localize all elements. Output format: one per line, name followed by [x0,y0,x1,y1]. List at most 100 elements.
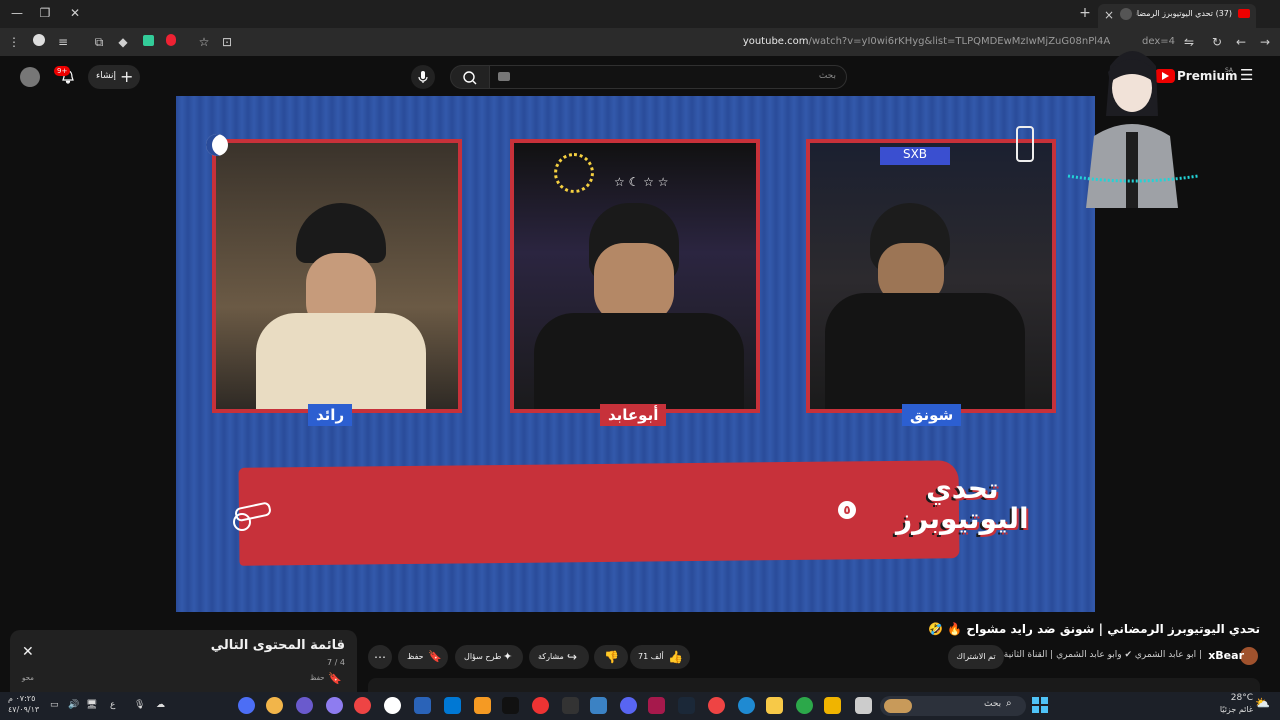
bookmark-icon: 🔖 [428,650,442,663]
active-tab[interactable]: × (37) تحدي اليوتيوبرز الرمضاني [1098,4,1256,28]
cast-icon[interactable]: ⊡ [218,33,236,51]
video-player[interactable]: رائد ☆ ☾ ☆ ☆ أبوعابد SXB شونق ٥ تحدي الي… [176,96,1095,612]
weather-desc: غائم جزئيًا [1219,705,1253,714]
player-name-1: رائد [308,404,353,426]
neon-sign: SXB [880,147,950,165]
playlist-save-icon[interactable]: 🔖 [328,672,342,685]
steam-icon[interactable] [678,697,695,714]
search-input[interactable]: بحث [489,65,847,89]
task-view-icon[interactable] [855,697,872,714]
chrome-icon[interactable] [796,697,813,714]
player-cam-2: ☆ ☾ ☆ ☆ [510,139,760,413]
youtube-favicon-icon [1238,9,1250,18]
playlist-position: 7 / 4 [327,658,345,667]
file-explorer-icon[interactable] [824,697,841,714]
epic-games-icon[interactable] [502,697,519,714]
player-name-2: أبوعابد [600,404,667,426]
puzzle-icon[interactable]: ⧉ [90,33,108,51]
player-name-3: شونق [902,404,962,426]
microsoft-store-icon[interactable] [444,697,461,714]
share-button[interactable]: ↪ مشاركة [529,645,589,669]
maximize-icon[interactable]: ❐ [36,4,54,22]
vtuber-avatar [1058,36,1206,208]
audio-icon[interactable] [1120,8,1132,20]
channel-name[interactable]: xBear [1208,649,1244,662]
player-cam-1 [212,139,462,413]
language-indicator[interactable]: ع [110,697,115,714]
back-icon[interactable]: ← [1232,33,1250,51]
minimize-icon[interactable]: — [8,4,26,22]
app-orange-icon[interactable] [474,697,491,714]
description-box[interactable] [368,678,1260,692]
url-host: youtube.com [742,36,809,47]
windows-taskbar [0,692,1280,720]
edge-icon[interactable] [738,697,755,714]
lights-moon-icon [554,153,594,193]
folder-icon[interactable] [766,697,783,714]
clock[interactable]: ٠٧:٢٥ م ٤٧/٠٩/١٣ [8,693,39,715]
reload-icon[interactable]: ↻ [1208,33,1226,51]
create-label: إنشاء [96,71,117,81]
round-counter: ٥ [838,501,856,519]
app-color-icon[interactable] [354,697,371,714]
subscribed-button[interactable]: تم الاشتراك [948,645,1004,669]
battery-icon[interactable]: ▭ [50,697,59,714]
tab-close-icon[interactable]: × [1104,8,1114,22]
taskbar-search-label: بحث [984,699,1002,709]
discord-icon[interactable] [620,697,637,714]
show-logo: تحدي اليوتيوبرز [896,474,1029,534]
app-gear-icon[interactable] [238,697,255,714]
app-violet-icon[interactable] [326,697,343,714]
app-a-icon[interactable] [648,697,665,714]
playlist-extra-label: محو [22,674,34,682]
logo-line-2: اليوتيوبرز [896,502,1029,535]
start-windows-icon[interactable] [1032,697,1048,713]
taskbar-search[interactable]: بحث ⌕ [880,696,1026,716]
app-white-icon[interactable] [384,697,401,714]
extension-green-icon[interactable] [139,33,157,51]
bookmark-star-icon[interactable]: ☆ [195,33,213,51]
microphone-tray-icon[interactable]: 🎙 [134,697,145,714]
cannon-icon [222,496,278,532]
dislike-button[interactable]: 👎 [594,645,628,669]
search-placeholder: بحث [818,71,836,81]
app-yellow-icon[interactable] [266,697,283,714]
diamond-icon[interactable]: ◆ [114,33,132,51]
playlist-close-icon[interactable]: ✕ [22,644,34,660]
volume-icon[interactable]: 🔊 [68,697,79,714]
channel-collaborators[interactable]: | ابو عابد الشمري ✔ وابو عابد الشمري | ا… [1004,650,1202,660]
mail-icon[interactable] [590,697,607,714]
create-button[interactable]: إنشاء + [88,65,140,89]
window-close-icon[interactable]: ✕ [66,4,84,22]
plus-icon: + [120,67,134,86]
more-actions-button[interactable]: ⋯ [368,645,392,669]
extension-dark-icon[interactable] [30,33,48,51]
network-icon[interactable]: 🖥 [86,697,97,714]
new-tab-button[interactable]: + [1076,4,1094,22]
recorder-icon[interactable] [532,697,549,714]
search-button[interactable] [450,65,490,89]
notifications-bell-icon[interactable]: 9+ [54,66,76,85]
menu-dots-icon[interactable]: ⋮ [5,33,23,51]
reader-icon[interactable]: ≡ [54,33,72,51]
browser-tab-bar: — ❐ ✕ + × (37) تحدي اليوتيوبرز الرمضاني [0,0,1280,28]
sparkle-icon: ✦ [503,650,513,663]
crescent-moon-icon [206,134,228,156]
hamburger-menu-icon[interactable]: ☰ [1240,66,1253,84]
chrome-alt-icon[interactable] [708,697,725,714]
like-button[interactable]: 👍 71 ألف [630,645,690,669]
app-dark-icon[interactable] [562,697,579,714]
avatar[interactable] [20,67,40,87]
extension-red-icon[interactable] [162,33,180,51]
weather-widget[interactable]: 28°C غائم جزئيًا [1213,693,1253,715]
logo-line-1: تحدي [926,472,999,505]
app-purple-icon[interactable] [296,697,313,714]
video-title: تحدي اليوتيوبرز الرمضاني | شونق ضد رايد … [928,622,1260,636]
keyboard-icon[interactable] [498,72,510,81]
save-button[interactable]: 🔖 حفظ [398,645,448,669]
forward-icon[interactable]: → [1256,33,1274,51]
onedrive-icon[interactable]: ☁ [156,697,165,714]
voice-search-icon[interactable] [411,65,435,89]
app-blue-icon[interactable] [414,697,431,714]
ask-button[interactable]: ✦ طرح سؤال [455,645,523,669]
